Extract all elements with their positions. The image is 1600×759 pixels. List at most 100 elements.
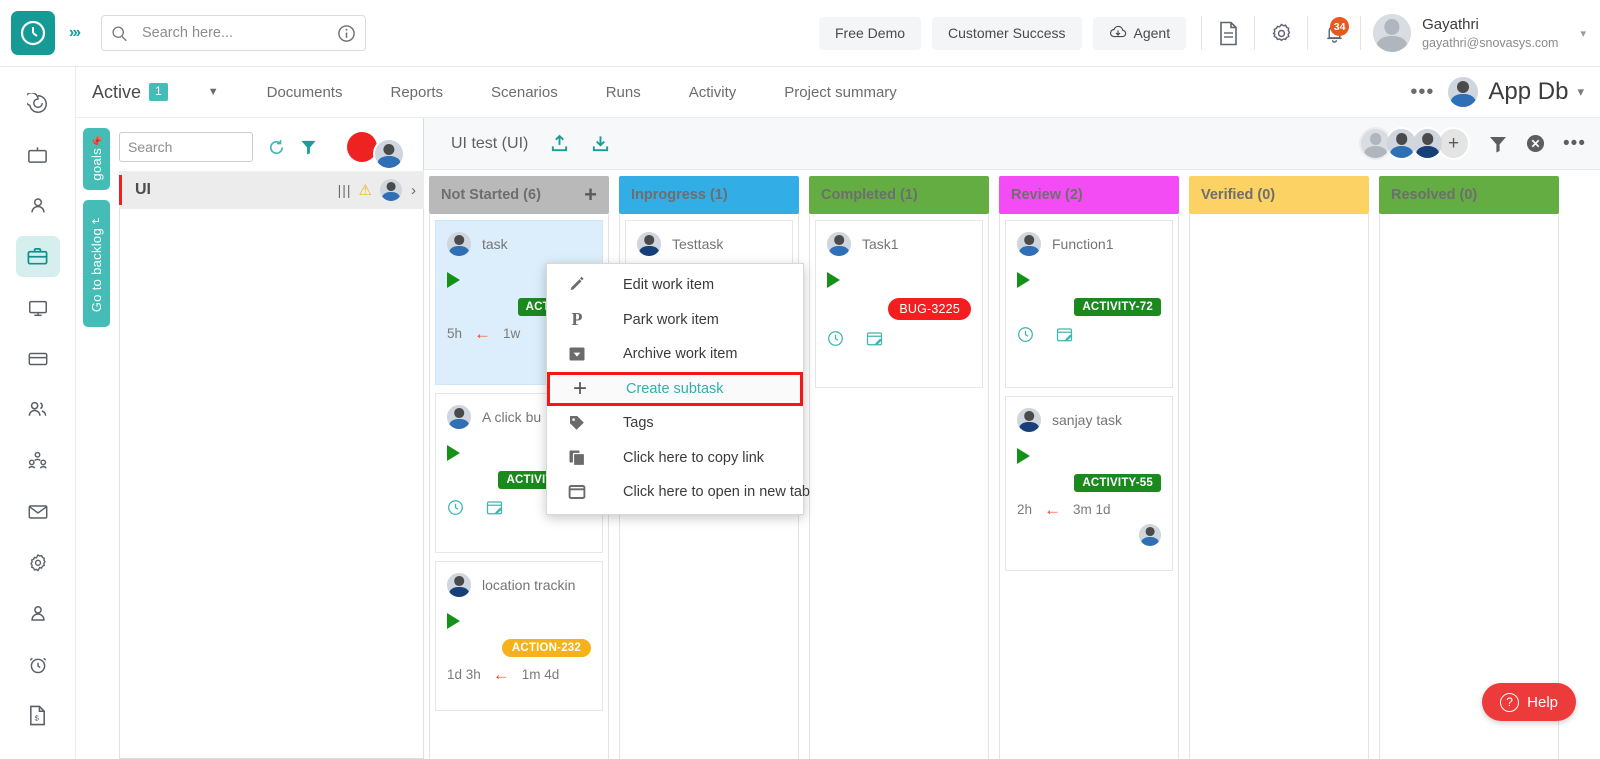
chevron-right-icon[interactable]: › (411, 182, 416, 199)
row-accent-bar (119, 175, 122, 205)
calendar-edit-icon[interactable] (866, 330, 883, 347)
search-input[interactable] (142, 25, 337, 41)
card-location-tracking[interactable]: location trackin ACTION-232 1d 3h ← 1m 4… (435, 561, 603, 711)
card-spent: 1m 4d (522, 667, 560, 682)
calendar-edit-icon[interactable] (486, 499, 503, 516)
play-icon[interactable] (447, 613, 460, 629)
column-header-completed[interactable]: Completed (1) (809, 176, 989, 214)
sidebar-item-tv[interactable] (16, 134, 60, 175)
backlog-tab-label: Go to backlog (89, 228, 104, 312)
window-icon (565, 483, 589, 501)
clock-logo-icon[interactable] (11, 11, 55, 55)
avatar[interactable] (373, 138, 405, 170)
avatar (1448, 77, 1478, 107)
go-to-backlog-tab[interactable]: ↵ Go to backlog (83, 200, 110, 327)
sub-nav: Active 1 ▼ Documents Reports Scenarios R… (76, 67, 1600, 118)
column-header-inprogress[interactable]: Inprogress (1) (619, 176, 799, 214)
ctx-create-subtask[interactable]: + Create subtask (547, 372, 803, 406)
calendar-edit-icon[interactable] (1056, 326, 1073, 343)
panel-body (119, 209, 424, 759)
sidebar-item-timesheet[interactable] (16, 644, 60, 685)
tab-activity[interactable]: Activity (689, 84, 737, 101)
sidebar-item-mail[interactable] (16, 491, 60, 532)
funnel-icon[interactable] (1488, 134, 1508, 154)
customer-success-button[interactable]: Customer Success (932, 17, 1081, 50)
column-verified: Verified (0) (1184, 170, 1374, 759)
chevron-down-icon[interactable]: ▼ (208, 86, 219, 98)
column-header-review[interactable]: Review (2) (999, 176, 1179, 214)
card-title: Function1 (1052, 236, 1113, 252)
play-icon[interactable] (1017, 272, 1030, 288)
pin-icon: 📌 (90, 137, 103, 148)
user-name: Gayathri (1422, 15, 1558, 34)
board-header: UI test (UI) + (424, 118, 1600, 170)
sidebar-item-billing[interactable] (16, 338, 60, 379)
ctx-label: Park work item (623, 312, 719, 328)
board-more-icon[interactable]: ••• (1410, 81, 1434, 104)
ctx-park-work-item[interactable]: P Park work item (547, 303, 803, 338)
sidebar-item-people[interactable] (16, 389, 60, 430)
refresh-icon[interactable] (267, 138, 286, 157)
gear-icon[interactable] (1259, 13, 1303, 53)
copy-icon (565, 449, 589, 467)
upload-icon[interactable] (550, 134, 569, 153)
user-menu[interactable]: Gayathri gayathri@snovasys.com ▾ (1373, 14, 1586, 52)
ctx-edit-work-item[interactable]: Edit work item (547, 268, 803, 303)
sidebar-item-org[interactable] (16, 440, 60, 481)
panel-search-input[interactable] (119, 132, 253, 162)
play-icon[interactable] (1017, 448, 1030, 464)
sidebar-item-dashboard[interactable] (16, 83, 60, 124)
column-header-resolved[interactable]: Resolved (0) (1379, 176, 1559, 214)
more-options-icon[interactable]: ••• (1563, 133, 1586, 155)
tab-scenarios[interactable]: Scenarios (491, 84, 558, 101)
free-demo-button[interactable]: Free Demo (819, 17, 921, 50)
tab-documents[interactable]: Documents (267, 84, 343, 101)
card-function1[interactable]: Function1 ACTIVITY-72 (1005, 220, 1173, 388)
sidebar-item-user[interactable] (16, 185, 60, 226)
warning-icon[interactable]: ⚠ (359, 181, 372, 199)
agent-button[interactable]: Agent (1093, 17, 1187, 50)
play-icon[interactable] (447, 445, 460, 461)
clock-icon[interactable] (827, 330, 844, 347)
ctx-copy-link[interactable]: Click here to copy link (547, 440, 803, 475)
tab-reports[interactable]: Reports (390, 84, 443, 101)
column-header-not-started[interactable]: Not Started (6) + (429, 176, 609, 214)
help-button[interactable]: ? Help (1482, 683, 1576, 721)
avatar[interactable] (1411, 127, 1444, 160)
ctx-open-new-tab[interactable]: Click here to open in new tab (547, 475, 803, 510)
ctx-tags[interactable]: Tags (547, 406, 803, 441)
info-circle-icon[interactable] (337, 24, 356, 43)
board-header-actions: + ••• (1359, 127, 1600, 160)
tab-runs[interactable]: Runs (606, 84, 641, 101)
pencil-icon (565, 276, 589, 294)
chevron-down-icon[interactable]: ▾ (1577, 84, 1584, 100)
download-icon[interactable] (591, 134, 610, 153)
card-sanjay-task[interactable]: sanjay task ACTIVITY-55 2h ← 3m 1d (1005, 396, 1173, 571)
sidebar-item-monitor[interactable] (16, 287, 60, 328)
play-icon[interactable] (827, 272, 840, 288)
card-task1[interactable]: Task1 BUG-3225 (815, 220, 983, 388)
column-header-verified[interactable]: Verified (0) (1189, 176, 1369, 214)
active-filter[interactable]: Active 1 (92, 82, 168, 103)
bell-icon[interactable]: 34 (1312, 13, 1356, 53)
sidebar-item-settings[interactable] (16, 542, 60, 583)
global-search[interactable] (101, 15, 366, 51)
play-icon[interactable] (447, 272, 460, 288)
ctx-archive-work-item[interactable]: Archive work item (547, 337, 803, 372)
sidebar-item-work[interactable] (16, 236, 60, 277)
list-item[interactable]: UI ||| ⚠ › (119, 171, 424, 209)
clock-icon[interactable] (1017, 326, 1034, 343)
add-card-button[interactable]: + (584, 184, 597, 206)
tab-project-summary[interactable]: Project summary (784, 84, 897, 101)
clock-icon[interactable] (447, 499, 464, 516)
goals-tab[interactable]: 📌 goals (83, 128, 110, 190)
sidebar-item-invoice[interactable]: $ (16, 695, 60, 736)
columns-icon[interactable]: ||| (338, 182, 352, 198)
double-chevron-right-icon[interactable]: »› (59, 13, 89, 53)
column-completed: Completed (1) Task1 BUG-3225 (804, 170, 994, 759)
chevron-down-icon[interactable]: ▾ (1580, 27, 1586, 40)
funnel-icon[interactable] (300, 139, 317, 156)
clear-circle-icon[interactable] (1526, 134, 1545, 153)
sidebar-item-profile[interactable] (16, 593, 60, 634)
document-icon[interactable] (1206, 13, 1250, 53)
